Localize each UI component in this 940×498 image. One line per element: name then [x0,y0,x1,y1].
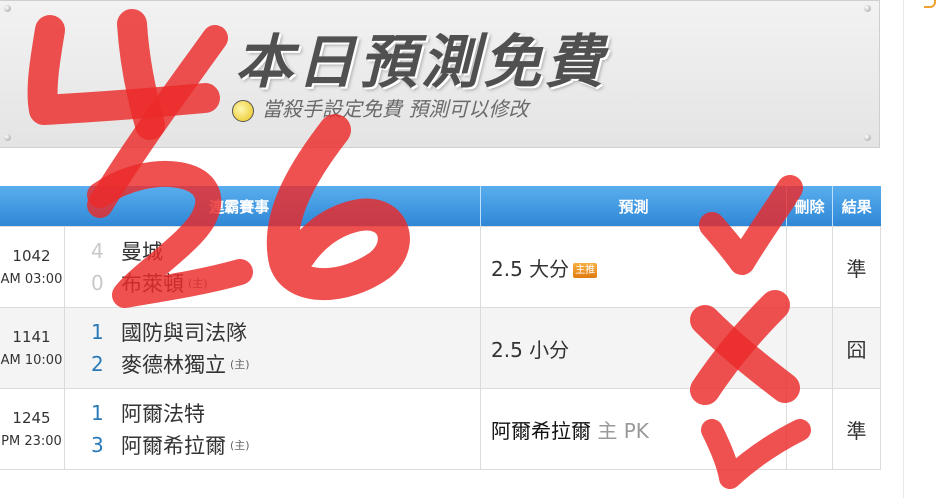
header-delete: 刪除 [786,186,834,227]
home-marker: (主) [188,277,208,290]
match-id: 1042 [12,247,51,265]
header-match: 連霸賽事 [0,186,482,227]
away-score: 2 [91,352,104,376]
match-cell: 1 國防與司法隊 2 麥德林獨立 (主) [63,307,482,389]
prediction-note: 主 PK [597,418,649,443]
rivet-icon [864,134,871,141]
prediction-cell: 阿爾希拉爾 主 PK [480,388,788,470]
result-cell: 囧 [832,307,882,389]
match-id-cell: 1245 PM 23:00 [0,388,65,470]
lightbulb-icon [232,99,254,122]
team-name[interactable]: 麥德林獨立 [121,349,226,379]
team-name[interactable]: 國防與司法隊 [121,317,247,347]
table-row: 1245 PM 23:00 1 阿爾法特 3 阿爾希拉爾 (主) 阿爾希拉爾 主 PK… [0,388,882,470]
rivet-icon [4,5,11,12]
away-score: 0 [91,271,104,295]
home-marker: (主) [230,358,250,371]
prediction-value: 2.5 大分 [491,256,570,281]
team-name[interactable]: 阿爾希拉爾 [121,430,226,460]
rivet-icon [864,5,871,12]
table-row: 1042 AM 03:00 4 曼城 0 布萊頓 (主) 2.5 大分 主推 準 [0,226,882,308]
corner-accent-icon [924,0,936,8]
home-score: 4 [91,239,104,263]
match-cell: 4 曼城 0 布萊頓 (主) [63,226,482,308]
header-prediction: 預測 [480,186,788,227]
sidebar-divider [903,0,904,498]
delete-cell [786,388,834,470]
featured-pick-badge: 主推 [573,262,598,278]
match-time: AM 03:00 [0,272,63,287]
team-name[interactable]: 曼城 [121,236,163,266]
banner-subtitle-text: 當殺手設定免費 預測可以修改 [262,97,529,121]
home-score: 1 [91,401,104,425]
team-name[interactable]: 阿爾法特 [121,398,205,428]
header-result: 結果 [832,186,881,227]
prediction-value: 阿爾希拉爾 [491,418,592,443]
prediction-cell: 2.5 小分 [480,307,788,389]
home-score: 1 [91,320,104,344]
match-cell: 1 阿爾法特 3 阿爾希拉爾 (主) [63,388,482,470]
match-id: 1141 [12,328,51,346]
match-id: 1245 [12,409,51,427]
table-row: 1141 AM 10:00 1 國防與司法隊 2 麥德林獨立 (主) 2.5 小分 囧 [0,307,882,389]
result-cell: 準 [832,388,882,470]
prediction-value: 2.5 小分 [491,337,570,362]
match-time: AM 10:00 [0,353,63,368]
match-time: PM 23:00 [1,434,62,449]
prediction-table: 連霸賽事 預測 刪除 結果 1042 AM 03:00 4 曼城 0 布萊頓 (主) … [0,186,882,470]
away-score: 3 [91,433,104,457]
home-marker: (主) [230,439,250,452]
rivet-icon [4,134,11,141]
banner-title: 本日預測免費 [235,28,608,96]
prediction-cell: 2.5 大分 主推 [480,226,788,308]
delete-cell [786,226,834,308]
match-id-cell: 1042 AM 03:00 [0,226,65,308]
result-cell: 準 [832,226,882,308]
banner-subtitle: 當殺手設定免費 預測可以修改 [232,93,528,122]
delete-cell [786,307,834,389]
free-prediction-banner: 本日預測免費 當殺手設定免費 預測可以修改 [0,0,880,148]
team-name[interactable]: 布萊頓 [121,268,184,298]
match-id-cell: 1141 AM 10:00 [0,307,65,389]
table-header-row: 連霸賽事 預測 刪除 結果 [0,186,881,227]
